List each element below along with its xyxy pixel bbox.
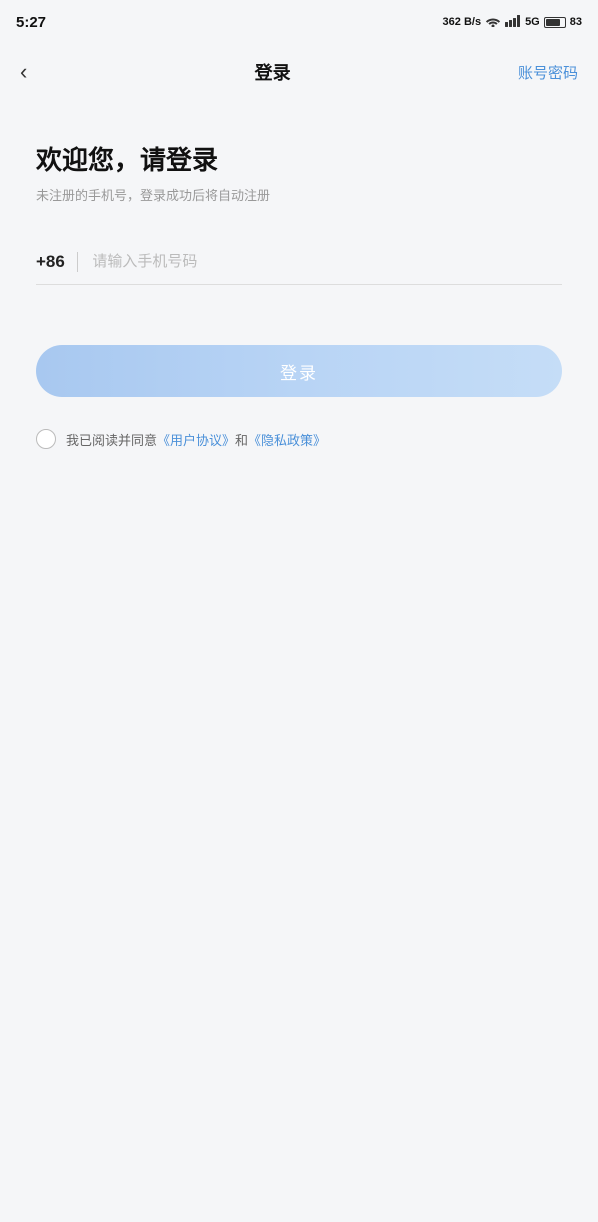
- battery-percent: 83: [570, 16, 582, 28]
- wifi-icon: [485, 15, 501, 30]
- network-speed: 362 B/s: [443, 16, 482, 28]
- welcome-subtitle: 未注册的手机号，登录成功后将自动注册: [36, 185, 562, 204]
- user-agreement-link[interactable]: 《用户协议》: [157, 433, 235, 448]
- status-icons: 362 B/s 5G 83: [443, 15, 582, 30]
- login-button[interactable]: 登录: [36, 345, 562, 397]
- phone-input[interactable]: [92, 253, 562, 271]
- phone-input-row: +86: [36, 252, 562, 285]
- battery-fill: [546, 19, 560, 26]
- privacy-policy-link[interactable]: 《隐私政策》: [248, 433, 326, 448]
- data-type: 5G: [525, 16, 540, 28]
- page-title: 登录: [255, 59, 291, 85]
- phone-divider: [77, 252, 79, 272]
- welcome-title: 欢迎您，请登录: [36, 140, 562, 177]
- agreement-prefix: 我已阅读并同意: [66, 433, 157, 448]
- agreement-conjunction: 和: [235, 433, 248, 448]
- battery-icon: [544, 17, 566, 28]
- cellular-icon: [505, 15, 521, 30]
- agreement-text: 我已阅读并同意《用户协议》和《隐私政策》: [66, 430, 326, 449]
- back-button[interactable]: ‹: [20, 61, 27, 83]
- status-time: 5:27: [16, 14, 46, 31]
- phone-prefix: +86: [36, 252, 65, 272]
- main-content: 欢迎您，请登录 未注册的手机号，登录成功后将自动注册 +86 登录 我已阅读并同…: [0, 100, 598, 1222]
- agreement-checkbox[interactable]: [36, 429, 56, 449]
- account-password-link[interactable]: 账号密码: [518, 62, 578, 83]
- nav-bar: ‹ 登录 账号密码: [0, 44, 598, 100]
- agreement-row: 我已阅读并同意《用户协议》和《隐私政策》: [36, 429, 562, 449]
- status-bar: 5:27 362 B/s 5G 83: [0, 0, 598, 44]
